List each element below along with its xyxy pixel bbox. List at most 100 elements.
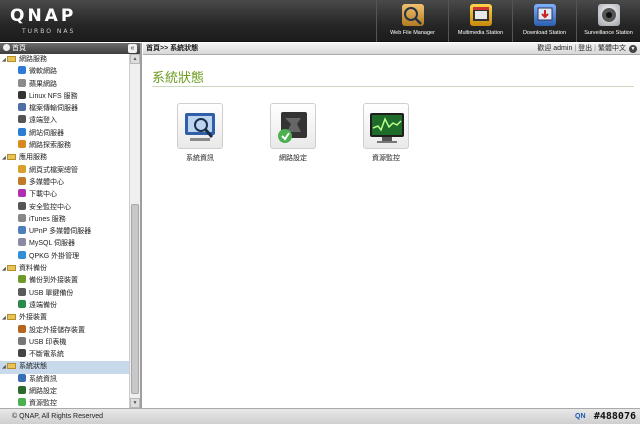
ftp-icon xyxy=(18,103,26,112)
tree-item[interactable]: 遠端登入 xyxy=(0,115,129,127)
folder-icon xyxy=(7,154,16,161)
download-station-icon xyxy=(533,4,556,26)
tree-label: 外接裝置 xyxy=(19,314,47,322)
mysql-icon xyxy=(18,238,26,247)
tree-category[interactable]: ◢ 系統狀態 xyxy=(0,361,129,374)
qpkg-icon xyxy=(18,250,26,259)
tree-label: 檔案傳輸伺服器 xyxy=(29,105,78,113)
title-divider xyxy=(152,86,634,87)
tree-item[interactable]: USB 印表機 xyxy=(0,336,129,349)
file-manager-icon xyxy=(18,164,26,173)
qnap-logo: QNAP xyxy=(10,6,77,26)
network-settings-icon xyxy=(18,386,26,395)
app-launcher: Web File Manager Multimedia Station Down… xyxy=(376,0,640,42)
app-surveillance-station[interactable]: Surveillance Station xyxy=(576,0,640,42)
itunes-icon xyxy=(18,213,26,222)
backup-external-icon xyxy=(18,275,26,284)
usb-backup-icon xyxy=(18,287,26,296)
system-info-icon xyxy=(18,373,26,382)
surveillance-station-icon xyxy=(597,4,620,26)
user-menu: 歡迎 admin | 登出 | 繁體中文 ▼ xyxy=(537,43,637,55)
tree-item[interactable]: 備份到外接裝置 xyxy=(0,275,129,287)
tree-item[interactable]: 設定外接儲存裝置 xyxy=(0,324,129,337)
tree-label: 系統狀態 xyxy=(19,363,47,371)
sidebar-title[interactable]: 首頁 xyxy=(12,45,26,52)
scroll-down-button[interactable]: ▼ xyxy=(130,398,140,408)
tree-item[interactable]: 下載中心 xyxy=(0,189,129,201)
tree-item[interactable]: 蘋果網路 xyxy=(0,78,129,91)
tree-item[interactable]: 遠端備份 xyxy=(0,299,129,312)
tree-label: 蘋果網路 xyxy=(29,80,57,88)
main-panel: 首頁>> 系統狀態 歡迎 admin | 登出 | 繁體中文 ▼ 系統狀態 系統資訊 網路… xyxy=(143,43,640,408)
footer: © QNAP, All Rights Reserved QN #488076 xyxy=(0,408,640,424)
tree-item[interactable]: 檔案傳輸伺服器 xyxy=(0,103,129,115)
home-icon xyxy=(3,44,10,51)
system-info-tile-icon xyxy=(177,103,223,149)
tile-network-settings[interactable]: 網路設定 xyxy=(268,103,318,163)
scroll-thumb[interactable] xyxy=(131,204,139,394)
collapse-sidebar-button[interactable]: « xyxy=(128,44,137,53)
tree-item[interactable]: 不斷電系統 xyxy=(0,349,129,361)
logout-link[interactable]: 登出 xyxy=(578,45,592,52)
language-select[interactable]: 繁體中文 xyxy=(598,45,626,52)
tile-label: 系統資訊 xyxy=(186,155,214,162)
tree-label: 備份到外接裝置 xyxy=(29,277,78,285)
tree-label: 網頁式檔案總管 xyxy=(29,166,78,174)
resource-monitor-tile-icon xyxy=(363,103,409,149)
tree-item[interactable]: iTunes 服務 xyxy=(0,213,129,226)
tree-item[interactable]: Linux NFS 服務 xyxy=(0,90,129,103)
resource-monitor-icon xyxy=(18,398,26,407)
chevron-down-icon[interactable]: ▼ xyxy=(629,45,637,53)
tree-category[interactable]: ◢ 外接裝置 xyxy=(0,312,129,324)
surveillance-icon xyxy=(18,201,26,210)
tile-label: 資源監控 xyxy=(372,155,400,162)
tree-label: Linux NFS 服務 xyxy=(29,92,78,100)
tree-item[interactable]: 網頁式檔案總管 xyxy=(0,164,129,177)
app-label: Surveillance Station xyxy=(584,30,633,36)
tree-label: MySQL 伺服器 xyxy=(29,240,76,248)
top-bar: 首頁>> 系統狀態 歡迎 admin | 登出 | 繁體中文 ▼ xyxy=(143,43,640,55)
tree-category[interactable]: ◢ 應用服務 xyxy=(0,152,129,164)
tree-label: USB 單鍵備份 xyxy=(29,289,74,297)
linux-icon xyxy=(18,90,26,99)
tree-item[interactable]: 安全監控中心 xyxy=(0,201,129,214)
apple-icon xyxy=(18,78,26,87)
tree-item[interactable]: MySQL 伺服器 xyxy=(0,238,129,250)
tile-system-info[interactable]: 系統資訊 xyxy=(175,103,225,163)
app-label: Multimedia Station xyxy=(457,30,504,36)
tree-item[interactable]: 多媒體中心 xyxy=(0,176,129,189)
scroll-up-button[interactable]: ▲ xyxy=(130,54,140,64)
tree-item[interactable]: 網站伺服器 xyxy=(0,127,129,140)
tree-label: 遠端登入 xyxy=(29,117,57,125)
telnet-icon xyxy=(18,115,26,124)
tree-category[interactable]: ◢ 網路服務 xyxy=(0,54,129,66)
tree-label: 資源監控 xyxy=(29,400,57,408)
tree-label: 網路設定 xyxy=(29,388,57,396)
copyright-text: © QNAP, All Rights Reserved xyxy=(12,413,104,420)
tile-label: 網路設定 xyxy=(279,155,307,162)
tree-item[interactable]: 資源監控 xyxy=(0,398,129,408)
windows-icon xyxy=(18,66,26,75)
tree-label: UPnP 多媒體伺服器 xyxy=(29,228,92,236)
tree-category[interactable]: ◢ 資料備份 xyxy=(0,263,129,275)
tree-item[interactable]: UPnP 多媒體伺服器 xyxy=(0,226,129,238)
tree-item[interactable]: 系統資訊 xyxy=(0,373,129,386)
sidebar-scrollbar[interactable]: ▲ ▼ xyxy=(129,54,140,408)
logo-subtitle: TURBO NAS xyxy=(22,28,76,35)
app-label: Download Station xyxy=(522,30,567,36)
app-multimedia-station[interactable]: Multimedia Station xyxy=(448,0,512,42)
app-web-file-manager[interactable]: Web File Manager xyxy=(376,0,448,42)
folder-icon xyxy=(7,56,16,62)
tile-resource-monitor[interactable]: 資源監控 xyxy=(361,103,411,163)
tree-label: 不斷電系統 xyxy=(29,351,64,359)
page-title: 系統狀態 xyxy=(152,71,205,86)
tree-item[interactable]: 微軟網路 xyxy=(0,66,129,78)
tree-label: 網路探索服務 xyxy=(29,142,71,150)
tree-item[interactable]: QPKG 外掛管理 xyxy=(0,250,129,263)
folder-icon xyxy=(7,265,16,272)
sidebar: 首頁 « ◢ 網路服務 微軟網路蘋果網路 Linux NFS 服務 檔案傳輸伺服器 遠端登… xyxy=(0,43,142,408)
tree-item[interactable]: 網路探索服務 xyxy=(0,140,129,152)
app-download-station[interactable]: Download Station xyxy=(512,0,576,42)
tree-item[interactable]: USB 單鍵備份 xyxy=(0,287,129,300)
tree-item[interactable]: 網路設定 xyxy=(0,386,129,398)
